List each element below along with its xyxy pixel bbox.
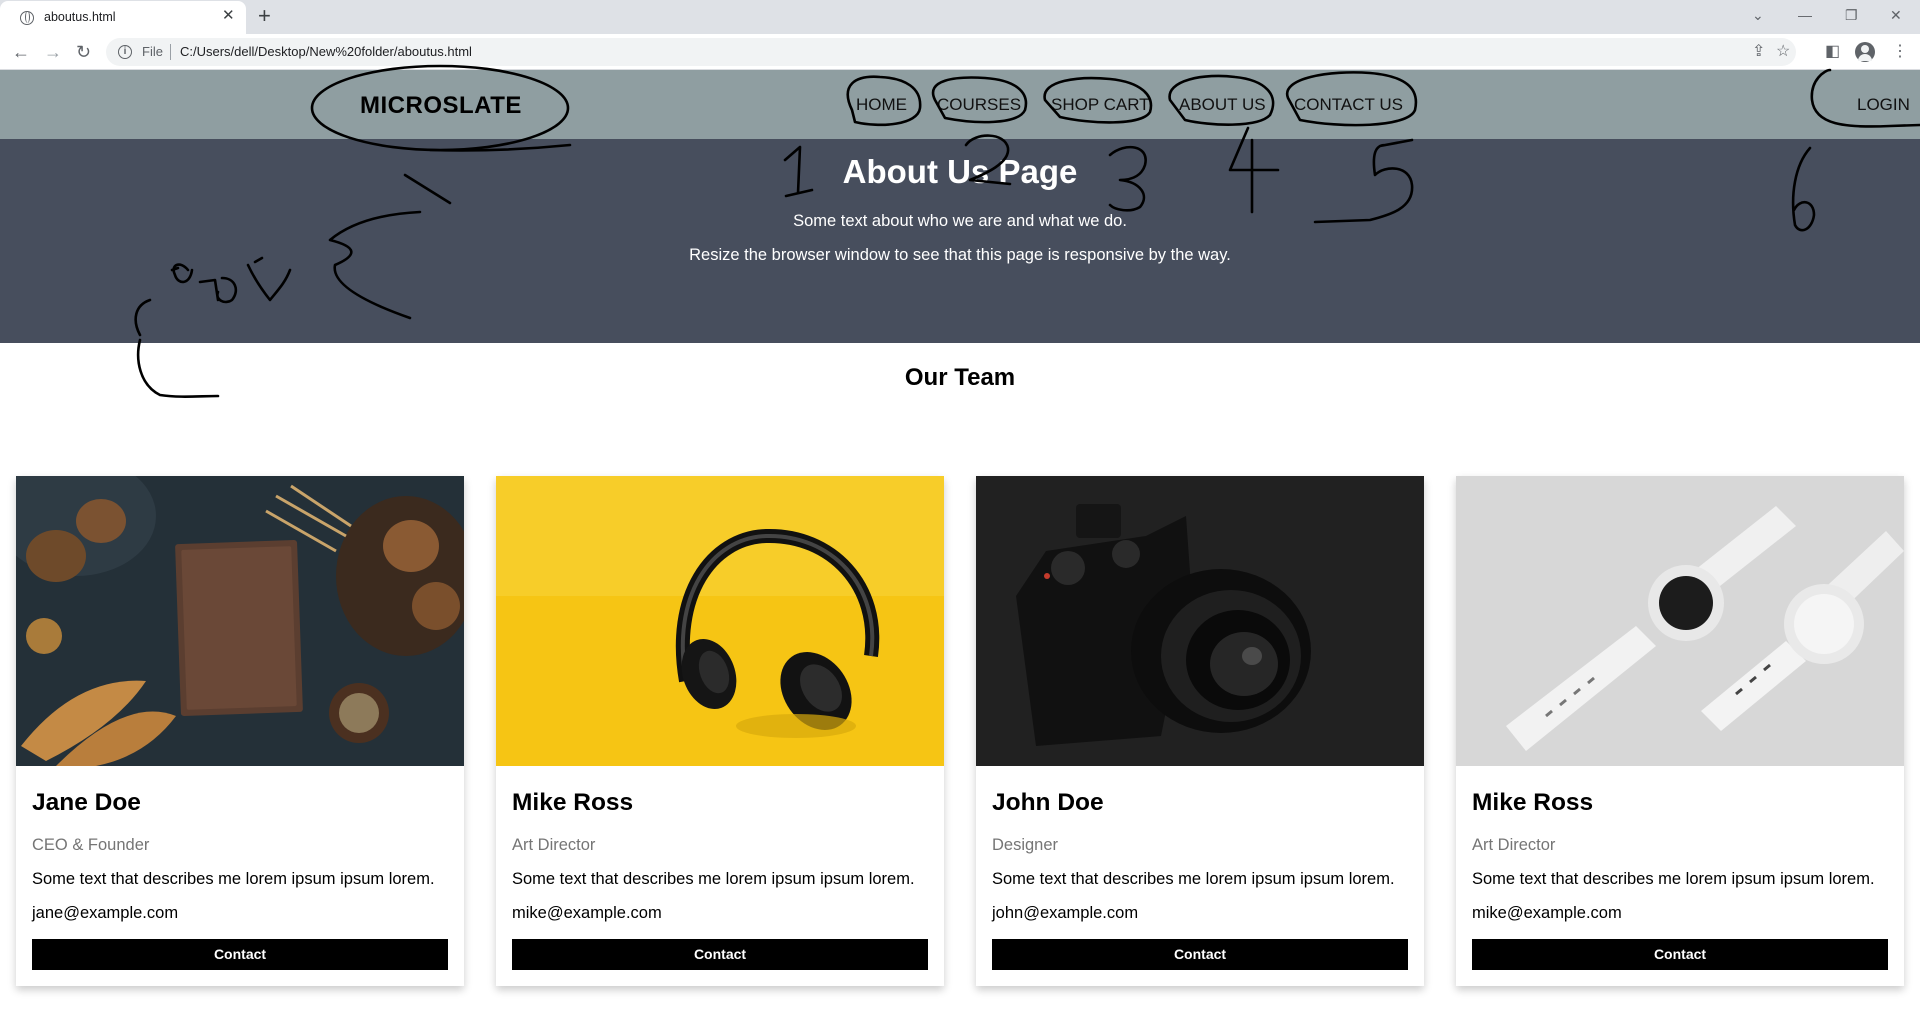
member-email: john@example.com [992, 904, 1139, 922]
camera-photo [976, 476, 1424, 766]
kebab-menu-icon[interactable]: ⋮ [1892, 42, 1908, 62]
info-icon[interactable]: i [118, 45, 132, 59]
minimize-icon[interactable]: — [1798, 6, 1812, 24]
contact-button[interactable]: Contact [992, 939, 1408, 970]
browser-toolbar: ← → ↻ i File C:/Users/dell/Desktop/New%2… [0, 34, 1920, 70]
tab-list-icon[interactable]: ⌄ [1752, 6, 1764, 24]
member-description: Some text that describes me lorem ipsum … [32, 870, 435, 888]
browser-tabstrip: aboutus.html ✕ + ⌄ — ❐ ✕ [0, 0, 1920, 34]
url-text[interactable]: C:/Users/dell/Desktop/New%20folder/about… [180, 44, 472, 59]
contact-button[interactable]: Contact [512, 939, 928, 970]
tab-close-icon[interactable]: ✕ [222, 7, 235, 25]
address-bar[interactable]: i File C:/Users/dell/Desktop/New%20folde… [106, 38, 1796, 66]
share-icon[interactable]: ⇪ [1752, 42, 1765, 62]
nav-contact-us[interactable]: CONTACT US [1294, 95, 1403, 115]
team-heading: Our Team [904, 364, 1016, 391]
hero-text-2: Resize the browser window to see that th… [689, 246, 1231, 264]
member-role: Art Director [1472, 836, 1556, 854]
bread-book-photo [16, 476, 464, 766]
side-panel-icon[interactable]: ◧ [1825, 42, 1840, 62]
tab-title: aboutus.html [44, 10, 116, 24]
restore-icon[interactable]: ❐ [1845, 6, 1858, 24]
browser-tab[interactable]: aboutus.html ✕ [0, 1, 246, 34]
member-name: Mike Ross [1472, 789, 1594, 816]
team-card: Mike Ross Art Director Some text that de… [1456, 476, 1904, 986]
nav-shop-cart[interactable]: SHOP CART [1051, 95, 1150, 115]
watches-photo [1456, 476, 1904, 766]
star-icon[interactable]: ☆ [1776, 42, 1790, 62]
member-description: Some text that describes me lorem ipsum … [512, 870, 915, 888]
hero-text-1: Some text about who we are and what we d… [793, 212, 1127, 230]
headphones-photo [496, 476, 944, 766]
member-name: Jane Doe [32, 789, 141, 816]
member-name: John Doe [992, 789, 1104, 816]
member-name: Mike Ross [512, 789, 634, 816]
forward-arrow-icon[interactable]: → [44, 42, 62, 62]
site-logo[interactable]: MICROSLATE [360, 92, 522, 120]
url-separator [170, 44, 171, 60]
team-card: John Doe Designer Some text that describ… [976, 476, 1424, 986]
nav-login[interactable]: LOGIN [1857, 95, 1910, 115]
reload-icon[interactable]: ↻ [76, 42, 91, 62]
member-description: Some text that describes me lorem ipsum … [1472, 870, 1875, 888]
nav-courses[interactable]: COURSES [937, 95, 1021, 115]
member-role: CEO & Founder [32, 836, 150, 854]
nav-home[interactable]: HOME [856, 95, 907, 115]
new-tab-button[interactable]: + [258, 3, 271, 29]
nav-about-us[interactable]: ABOUT US [1179, 95, 1266, 115]
member-description: Some text that describes me lorem ipsum … [992, 870, 1395, 888]
profile-icon[interactable] [1855, 42, 1875, 62]
member-email: jane@example.com [32, 904, 179, 922]
close-icon[interactable]: ✕ [1890, 6, 1902, 24]
team-card: Jane Doe CEO & Founder Some text that de… [16, 476, 464, 986]
member-role: Art Director [512, 836, 596, 854]
member-role: Designer [992, 836, 1059, 854]
contact-button[interactable]: Contact [1472, 939, 1888, 970]
page-title: About Us Page [842, 153, 1078, 190]
contact-button[interactable]: Contact [32, 939, 448, 970]
url-scheme-label: File [142, 44, 163, 59]
team-card: Mike Ross Art Director Some text that de… [496, 476, 944, 986]
member-email: mike@example.com [1472, 904, 1622, 922]
about-hero: About Us Page Some text about who we are… [0, 139, 1920, 343]
back-arrow-icon[interactable]: ← [12, 42, 30, 62]
globe-icon [20, 11, 34, 25]
member-email: mike@example.com [512, 904, 662, 922]
